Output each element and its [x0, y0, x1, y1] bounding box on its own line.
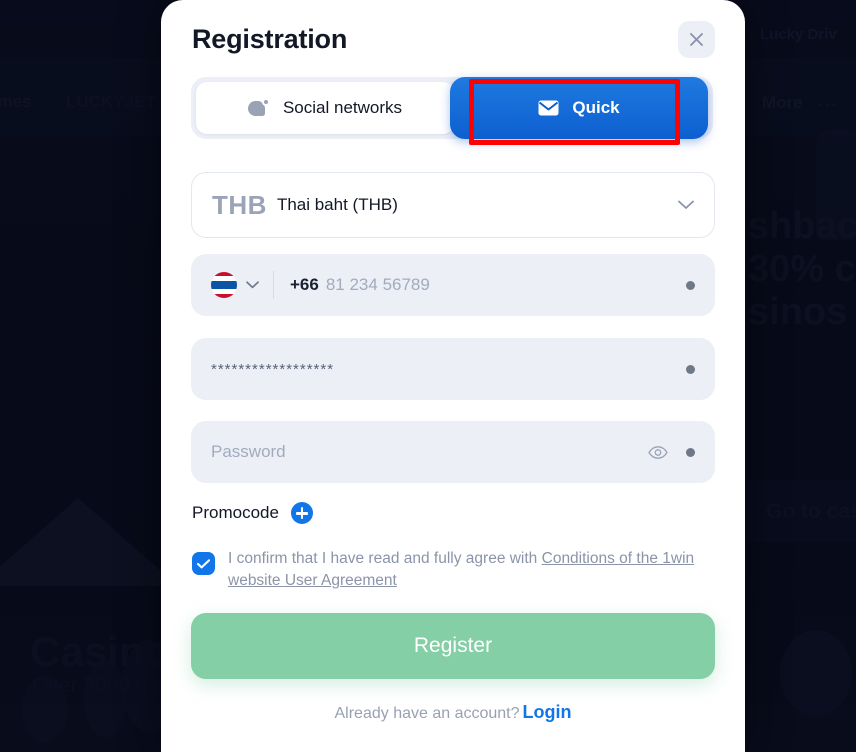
check-icon — [197, 558, 210, 568]
phone-input[interactable]: 81 234 56789 — [326, 275, 430, 295]
status-dot-icon — [686, 364, 695, 374]
country-code-selector[interactable] — [211, 272, 259, 298]
tab-social-networks[interactable]: Social networks — [196, 82, 454, 134]
envelope-icon — [538, 100, 559, 116]
modal-header: Registration — [161, 0, 745, 77]
chevron-down-icon — [678, 200, 694, 210]
masked-value-input[interactable]: ****************** — [211, 361, 334, 378]
currency-code: THB — [212, 189, 267, 220]
currency-name: Thai baht (THB) — [276, 195, 398, 214]
agreement-text-prefix: I confirm that I have read and fully agr… — [228, 550, 542, 567]
password-input[interactable]: Password — [211, 442, 286, 462]
login-prompt-text: Already have an account? — [334, 705, 520, 722]
registration-modal: Registration Social networks Quick THB T… — [161, 0, 745, 752]
currency-select[interactable]: THB Thai baht (THB) — [191, 172, 715, 238]
close-button[interactable] — [678, 21, 715, 58]
promocode-row: Promocode — [192, 502, 313, 524]
phone-field[interactable]: +66 81 234 56789 — [191, 254, 715, 316]
thailand-flag-icon — [211, 272, 237, 298]
chat-bubble-icon — [247, 98, 270, 118]
close-icon — [689, 32, 704, 47]
login-link[interactable]: Login — [523, 702, 572, 722]
dial-code: +66 — [290, 275, 319, 294]
password-field[interactable]: Password — [191, 421, 715, 483]
agreement-row: I confirm that I have read and fully agr… — [192, 548, 716, 592]
field-divider — [273, 271, 274, 299]
promocode-label: Promocode — [192, 503, 279, 522]
login-prompt-row: Already have an account? Login — [161, 702, 745, 723]
status-dot-icon — [686, 280, 695, 290]
eye-icon[interactable] — [648, 445, 668, 459]
tab-quick-label: Quick — [572, 98, 620, 117]
masked-value-field[interactable]: ****************** — [191, 338, 715, 400]
agreement-checkbox[interactable] — [192, 552, 215, 575]
tab-quick[interactable]: Quick — [450, 77, 708, 139]
agreement-text: I confirm that I have read and fully agr… — [228, 548, 716, 592]
plus-icon[interactable] — [290, 502, 313, 524]
register-button[interactable]: Register — [191, 613, 715, 679]
tab-social-networks-label: Social networks — [282, 98, 403, 117]
screen: ames LUCKYJET Lucky Driv More ··· shback… — [0, 0, 856, 752]
status-dot-icon — [686, 447, 695, 457]
registration-method-tabs: Social networks Quick — [191, 77, 713, 139]
chevron-down-icon — [246, 281, 259, 289]
page-title: Registration — [192, 24, 348, 54]
